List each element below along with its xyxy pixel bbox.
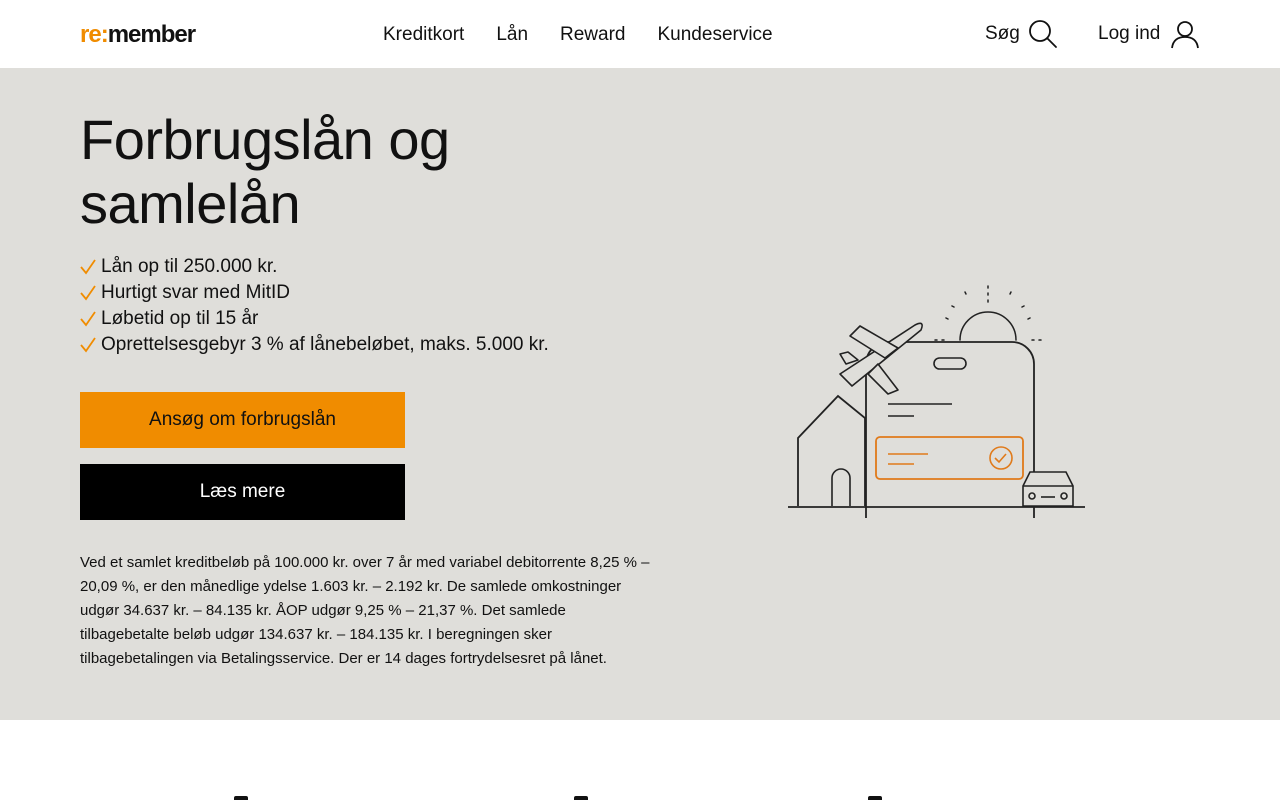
user-icon (1171, 21, 1200, 49)
hero-section: Forbrugslån og samlelån Lån op til 250.0… (0, 68, 1280, 720)
logo-member: member (107, 21, 196, 48)
feature-item: Lån op til 250.000 kr. (80, 254, 549, 280)
logo-re: re: (80, 21, 109, 48)
apply-loan-button[interactable]: Ansøg om forbrugslån (80, 392, 405, 448)
feature-list: Lån op til 250.000 kr. Hurtigt svar med … (80, 254, 549, 358)
text-fragment (574, 796, 588, 800)
loan-illustration (788, 285, 1085, 518)
check-icon (80, 311, 96, 327)
feature-text: Lån op til 250.000 kr. (101, 256, 278, 277)
feature-item: Løbetid op til 15 år (80, 306, 549, 332)
login-button[interactable]: Log ind (1098, 19, 1200, 49)
loan-disclaimer: Ved et samlet kreditbeløb på 100.000 kr.… (80, 554, 650, 667)
feature-text: Løbetid op til 15 år (101, 308, 259, 329)
remember-logo[interactable]: re:member (80, 21, 196, 49)
search-button[interactable]: Søg (985, 19, 1058, 49)
main-nav: Kreditkort Lån Reward Kundeservice (383, 24, 773, 46)
feature-text: Hurtigt svar med MitID (101, 282, 290, 303)
nav-item-kreditkort[interactable]: Kreditkort (383, 24, 464, 46)
check-icon (80, 259, 96, 275)
feature-item: Oprettelsesgebyr 3 % af lånebeløbet, mak… (80, 332, 549, 358)
feature-text: Oprettelsesgebyr 3 % af lånebeløbet, mak… (101, 334, 549, 355)
search-label: Søg (985, 23, 1020, 44)
login-label: Log ind (1098, 23, 1161, 44)
feature-item: Hurtigt svar med MitID (80, 280, 549, 306)
next-section-top (0, 720, 1280, 800)
nav-item-kundeservice[interactable]: Kundeservice (658, 24, 773, 46)
nav-item-lan[interactable]: Lån (496, 24, 528, 46)
site-header: re:member Kreditkort Lån Reward Kundeser… (0, 0, 1280, 68)
check-icon (80, 337, 96, 353)
text-fragment (868, 796, 882, 800)
nav-item-reward[interactable]: Reward (560, 24, 625, 46)
check-icon (80, 285, 96, 301)
text-fragment (234, 796, 248, 800)
page-title: Forbrugslån og samlelån (80, 108, 450, 235)
search-icon (1028, 20, 1057, 48)
read-more-button[interactable]: Læs mere (80, 464, 405, 520)
